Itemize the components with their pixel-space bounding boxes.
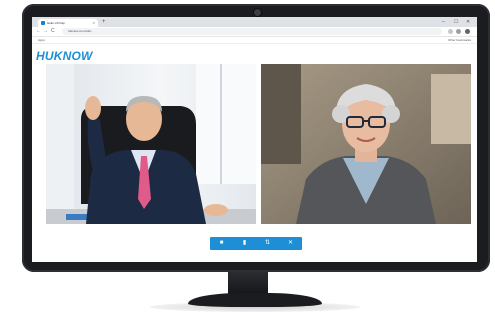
close-window-button[interactable]: ✕ <box>466 18 470 26</box>
brand-logo: HUKNOW <box>36 49 93 63</box>
video-call-page: HUKNOW ■ ▮ ⇅ ✕ <box>32 44 477 262</box>
participant-video-man <box>46 64 256 224</box>
microphone-icon[interactable]: ▮ <box>233 237 256 250</box>
webcam-icon <box>253 8 262 17</box>
bookmark-apps[interactable]: Apps <box>38 37 45 43</box>
call-controls: ■ ▮ ⇅ ✕ <box>210 237 302 250</box>
star-icon[interactable] <box>448 29 453 34</box>
bookmark-other[interactable]: Other bookmarks <box>448 37 471 43</box>
toolbar: ← → C haknow.com/call/... <box>32 27 477 37</box>
tab-close-icon[interactable]: × <box>93 19 95 27</box>
extension-icon[interactable] <box>456 29 461 34</box>
monitor: Hello Lift Kap × + – ☐ ✕ ← → C haknow.co… <box>22 4 490 272</box>
tab-title: Hello Lift Kap <box>47 21 65 25</box>
monitor-stand-base <box>188 293 322 307</box>
browser-window: Hello Lift Kap × + – ☐ ✕ ← → C haknow.co… <box>32 17 477 262</box>
profile-avatar[interactable] <box>465 29 470 34</box>
forward-button[interactable]: → <box>43 28 48 35</box>
maximize-button[interactable]: ☐ <box>454 18 458 26</box>
tab-strip: Hello Lift Kap × + – ☐ ✕ <box>32 17 477 27</box>
bookmarks-bar: Apps Other bookmarks <box>32 37 477 44</box>
favicon-icon <box>41 21 45 25</box>
browser-tab[interactable]: Hello Lift Kap × <box>38 19 98 27</box>
video-tile-participant-1 <box>46 64 256 224</box>
url-text: haknow.com/call/... <box>68 29 94 33</box>
participant-video-woman <box>261 64 471 224</box>
back-button[interactable]: ← <box>36 28 41 35</box>
new-tab-button[interactable]: + <box>102 18 106 26</box>
video-camera-icon[interactable]: ■ <box>210 237 233 250</box>
reload-button[interactable]: C <box>51 28 55 35</box>
address-bar[interactable]: haknow.com/call/... <box>62 28 442 35</box>
switch-camera-icon[interactable]: ⇅ <box>256 237 279 250</box>
minimize-button[interactable]: – <box>442 18 445 26</box>
video-tile-participant-2 <box>261 64 471 224</box>
end-call-icon[interactable]: ✕ <box>279 237 302 250</box>
